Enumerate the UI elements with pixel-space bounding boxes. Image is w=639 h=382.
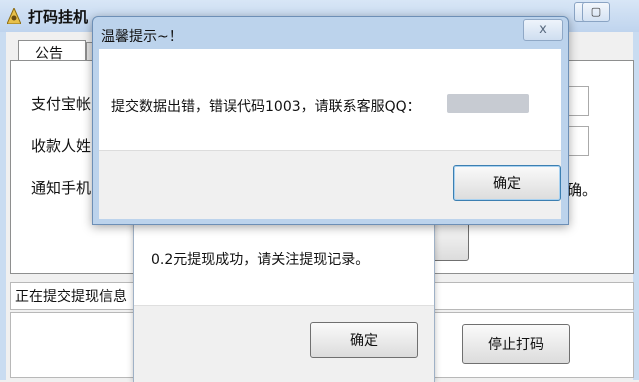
success-dialog-footer: 确定 xyxy=(134,305,434,382)
success-dialog: 0.2元提现成功，请关注提现记录。 确定 xyxy=(133,212,435,382)
error-ok-button[interactable]: 确定 xyxy=(453,165,561,201)
submit-withdraw-button[interactable] xyxy=(431,219,469,261)
error-message: 提交数据出错，错误代码1003，请联系客服QQ： xyxy=(111,99,421,115)
error-dialog-footer: 确定 xyxy=(99,150,561,219)
field-label-phone: 通知手机 xyxy=(31,179,92,197)
app-logo-icon xyxy=(7,8,21,24)
close-icon[interactable]: x xyxy=(523,19,563,41)
field-label-alipay: 支付宝帐 xyxy=(31,95,92,113)
success-message: 0.2元提现成功，请关注提现记录。 xyxy=(151,252,370,268)
error-dialog-body: 提交数据出错，错误代码1003，请联系客服QQ： 确定 xyxy=(99,49,561,219)
success-ok-button[interactable]: 确定 xyxy=(310,322,418,358)
maximize-button[interactable]: ▢ xyxy=(582,2,610,22)
redacted-qq-number xyxy=(447,94,529,113)
error-dialog: 温馨提示~！ x 提交数据出错，错误代码1003，请联系客服QQ： 确定 xyxy=(92,16,569,225)
dialog-title: 温馨提示~！ xyxy=(101,29,183,45)
notice-text-fragment: 确。 xyxy=(567,181,598,199)
field-label-payee: 收款人姓 xyxy=(31,137,92,155)
stop-captcha-button[interactable]: 停止打码 xyxy=(462,324,570,364)
status-text: 正在提交提现信息 xyxy=(15,289,127,305)
window-title: 打码挂机 xyxy=(28,8,89,26)
